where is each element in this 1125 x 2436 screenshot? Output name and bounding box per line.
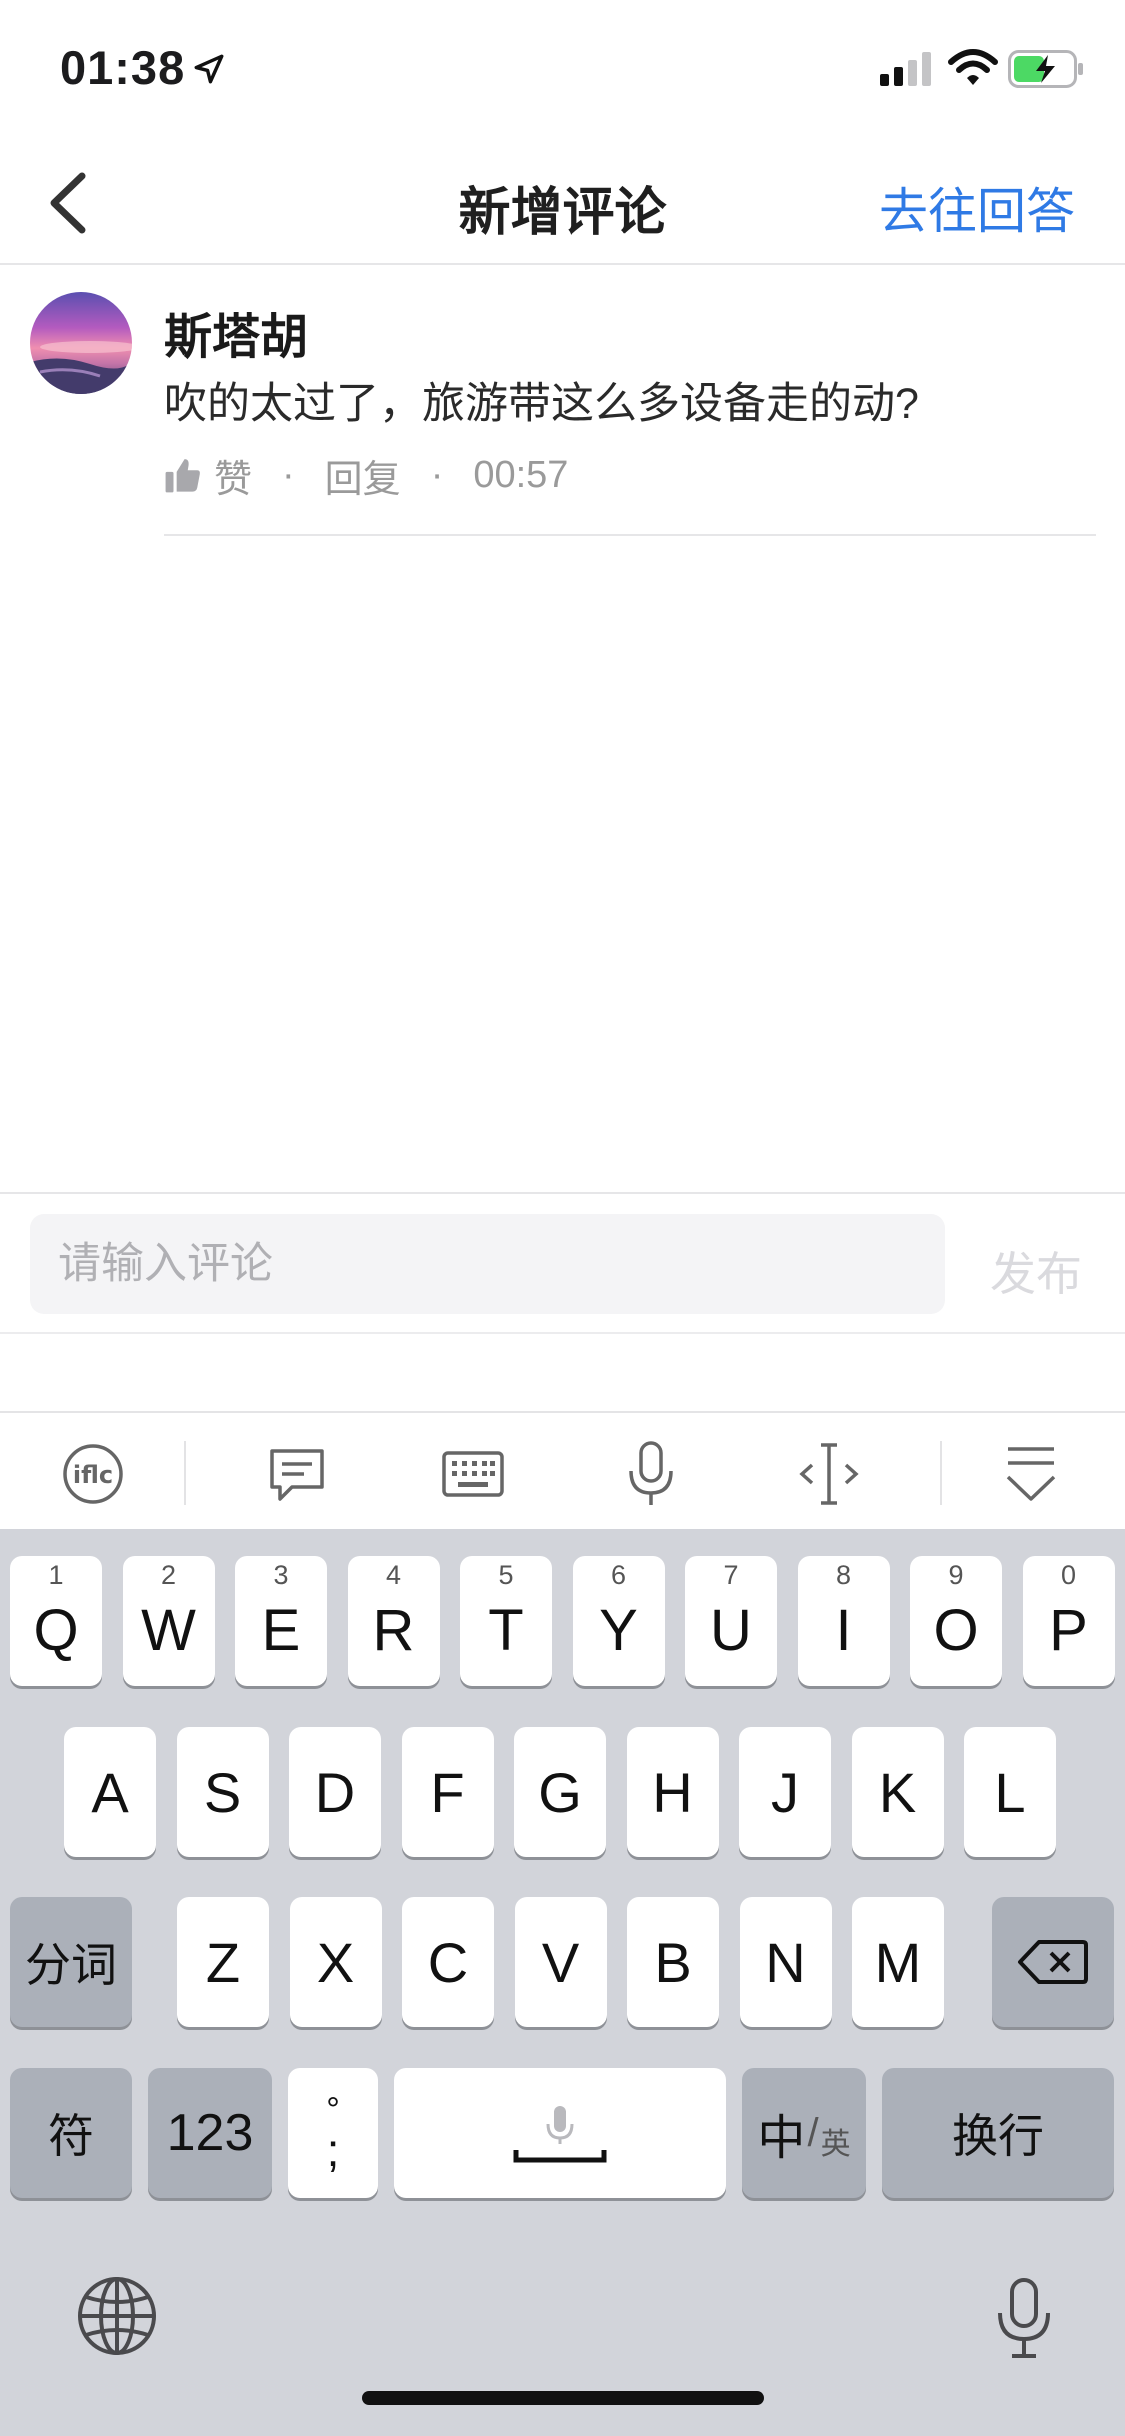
keyboard: 1Q2W3E4R5T6Y7U8I9O0P ASDFGHJKL ZXCVBNM 分… — [0, 1529, 1125, 2436]
key-number-hint: 1 — [48, 1560, 64, 1590]
key-number-hint: 6 — [610, 1560, 627, 1590]
battery-charging-icon — [1008, 50, 1083, 88]
status-time: 01:38 — [60, 41, 186, 94]
language-switch-key[interactable]: 中 / 英 — [742, 2068, 866, 2198]
globe-icon[interactable] — [76, 2275, 158, 2357]
home-indicator — [362, 2391, 764, 2405]
microphone-icon[interactable] — [616, 1439, 686, 1509]
backspace-icon — [1018, 1940, 1088, 1984]
wifi-icon — [948, 49, 998, 85]
key-number-hint: 0 — [1060, 1560, 1077, 1590]
key-f[interactable]: F — [401, 1727, 494, 1857]
key-b[interactable]: B — [627, 1897, 719, 2027]
comment-text: 吹的太过了，旅游带这么多设备走的动? — [164, 380, 919, 428]
ifly-logo-icon[interactable]: iflc — [58, 1439, 128, 1509]
key-a[interactable]: A — [64, 1727, 156, 1857]
key-i[interactable]: 8I — [797, 1556, 890, 1686]
key-g[interactable]: G — [514, 1727, 606, 1857]
number-key[interactable]: 123 — [148, 2068, 272, 2198]
key-u[interactable]: 7U — [685, 1556, 777, 1686]
zh-label: 中 — [757, 2112, 806, 2165]
comment-author[interactable]: 斯塔胡 — [164, 297, 308, 367]
key-x[interactable]: X — [289, 1897, 382, 2027]
key-q[interactable]: 1Q — [10, 1556, 102, 1686]
key-number-hint: 9 — [948, 1560, 964, 1590]
meta-separator: · — [282, 453, 295, 496]
thumbs-up-icon[interactable] — [164, 456, 202, 494]
key-s[interactable]: S — [176, 1727, 269, 1857]
comment-bubble-icon[interactable] — [262, 1439, 332, 1509]
key-z[interactable]: Z — [177, 1897, 269, 2027]
key-letter: P — [1049, 1597, 1088, 1663]
backspace-key[interactable] — [992, 1897, 1114, 2027]
key-letter: T — [488, 1597, 524, 1663]
divider — [164, 534, 1096, 536]
key-o[interactable]: 9O — [910, 1556, 1002, 1686]
space-key[interactable] — [394, 2068, 726, 2198]
en-label: 英 — [820, 2128, 851, 2161]
fenci-key[interactable]: 分词 — [10, 1897, 132, 2027]
svg-text:iflc: iflc — [73, 1461, 113, 1489]
key-number-hint: 5 — [498, 1560, 514, 1590]
key-letter: O — [933, 1597, 979, 1663]
keyboard-toolbar: iflc — [0, 1411, 1125, 1529]
enter-key[interactable]: 换行 — [882, 2068, 1114, 2198]
punct-bottom: ; — [326, 2124, 340, 2176]
key-j[interactable]: J — [739, 1727, 831, 1857]
punct-top: ° — [326, 2091, 340, 2129]
key-letter: U — [710, 1597, 752, 1663]
collapse-keyboard-icon[interactable] — [996, 1439, 1066, 1509]
nav-bar: 新增评论 去往回答 — [0, 140, 1125, 265]
key-m[interactable]: M — [852, 1897, 944, 2027]
location-arrow-icon — [194, 54, 224, 84]
publish-button[interactable]: 发布 — [990, 1238, 1082, 1304]
key-letter: E — [261, 1597, 301, 1663]
key-d[interactable]: D — [289, 1727, 381, 1857]
key-number-hint: 7 — [723, 1560, 739, 1590]
key-letter: I — [835, 1597, 852, 1663]
status-bar: 01:38 — [0, 0, 1125, 140]
meta-separator: · — [430, 453, 444, 496]
key-l[interactable]: L — [964, 1727, 1056, 1857]
toolbar-separator — [184, 1441, 186, 1505]
key-letter: Q — [33, 1597, 79, 1663]
comment-input-bar: 发布 — [0, 1192, 1125, 1334]
keyboard-icon[interactable] — [438, 1439, 508, 1509]
cellular-signal-icon — [880, 52, 931, 86]
avatar[interactable] — [30, 292, 132, 394]
punctuation-key[interactable]: ° ; — [288, 2068, 378, 2198]
go-to-answer-button[interactable]: 去往回答 — [879, 172, 1075, 243]
key-letter: Y — [599, 1597, 638, 1663]
key-k[interactable]: K — [851, 1727, 944, 1857]
key-c[interactable]: C — [402, 1897, 494, 2027]
key-t[interactable]: 5T — [460, 1556, 552, 1686]
key-number-hint: 3 — [273, 1560, 289, 1590]
key-number-hint: 4 — [385, 1560, 402, 1590]
key-letter: R — [372, 1597, 415, 1663]
slash: / — [807, 2110, 819, 2155]
symbol-key[interactable]: 符 — [10, 2068, 132, 2198]
space-mic-icon — [513, 2106, 607, 2163]
like-button[interactable]: 赞 — [214, 448, 252, 503]
key-p[interactable]: 0P — [1022, 1556, 1115, 1686]
key-e[interactable]: 3E — [235, 1556, 327, 1686]
key-h[interactable]: H — [626, 1727, 719, 1857]
key-number-hint: 8 — [835, 1560, 852, 1590]
key-n[interactable]: N — [739, 1897, 832, 2027]
cursor-icon[interactable] — [794, 1439, 864, 1509]
key-v[interactable]: V — [514, 1897, 607, 2027]
comment-meta: 赞 · 回复 · 00:57 — [164, 448, 569, 503]
comment-input-container — [30, 1214, 945, 1314]
key-w[interactable]: 2W — [122, 1556, 215, 1686]
comment-input[interactable] — [30, 1214, 945, 1314]
dictation-mic-icon[interactable] — [994, 2277, 1054, 2361]
comment-time: 00:57 — [473, 453, 569, 496]
key-letter: W — [141, 1597, 196, 1663]
key-y[interactable]: 6Y — [572, 1556, 665, 1686]
reply-button[interactable]: 回复 — [325, 448, 401, 503]
toolbar-separator — [940, 1441, 942, 1505]
key-number-hint: 2 — [160, 1560, 177, 1590]
key-r[interactable]: 4R — [347, 1556, 440, 1686]
